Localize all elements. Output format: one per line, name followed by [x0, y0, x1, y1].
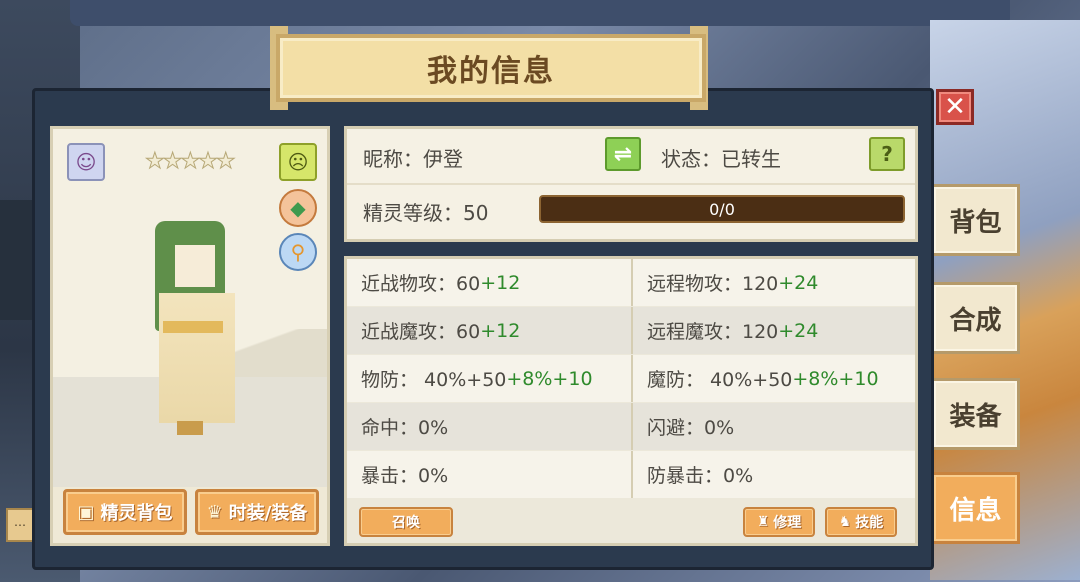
star-rating: ★★★★★ — [145, 149, 237, 175]
sprite-bag-label: 精灵背包 — [100, 503, 173, 524]
stat-value: 防暴击：0% — [647, 465, 754, 487]
avatar-icon[interactable]: ☺ — [67, 143, 105, 181]
stat-cell-left: 命中：0% — [347, 403, 631, 450]
stat-bonus: +24 — [778, 271, 819, 294]
stats-panel: 近战物攻：60 +12 远程物攻：120 +24 近战魔攻：60 +12 远程魔攻：120 +… — [344, 256, 918, 546]
tab-bag-label: 背包 — [949, 207, 1002, 238]
help-icon: ? — [881, 142, 893, 166]
gem-icon[interactable]: ◆ — [279, 189, 317, 227]
skill-icon: ♞ — [838, 514, 852, 530]
repair-button[interactable]: ♜ 修理 — [743, 507, 815, 537]
stat-cell-right: 魔防： 40%+50 +8%+10 — [631, 355, 915, 402]
stat-cell-left: 暴击：0% — [347, 451, 631, 498]
stat-value: 近战魔攻：60 — [361, 321, 481, 343]
tab-bag[interactable]: 背包 — [934, 184, 1020, 256]
tab-equip-label: 装备 — [949, 401, 1002, 432]
fashion-equipment-label: 时装/装备 — [228, 503, 308, 524]
tab-equip[interactable]: 装备 — [934, 378, 1020, 450]
stat-cell-right: 闪避：0% — [631, 403, 915, 450]
swap-button[interactable]: ⇌ — [605, 137, 641, 171]
stat-value: 命中：0% — [361, 417, 449, 439]
character-belt — [163, 321, 223, 333]
left-edge-button[interactable]: ⋯ — [6, 508, 34, 542]
page-title: 我的信息 — [427, 54, 555, 89]
background-top-bar — [70, 0, 1010, 26]
help-button[interactable]: ? — [869, 137, 905, 171]
stat-cell-left: 物防： 40%+50 +8%+10 — [347, 355, 631, 402]
exp-progress-text: 0/0 — [709, 199, 735, 219]
crown-icon: ♛ — [206, 501, 223, 523]
stat-value: 暴击：0% — [361, 465, 449, 487]
stat-value: 远程魔攻：120 — [647, 321, 779, 343]
stat-value: 闪避：0% — [647, 417, 735, 439]
stat-value: 近战物攻：60 — [361, 273, 481, 295]
skill-label: 技能 — [855, 515, 884, 531]
character-panel: ☺ ★★★★★ ☹ ◆ ⚲ ▣ 精灵背包 ♛ 时装/装备 — [50, 126, 330, 546]
tab-info-label: 信息 — [949, 495, 1002, 526]
stat-bonus: +24 — [778, 319, 819, 342]
character-face — [175, 245, 215, 287]
stat-bonus: +12 — [480, 319, 521, 342]
stat-value: 魔防： 40%+50 — [647, 369, 793, 391]
tab-craft[interactable]: 合成 — [934, 282, 1020, 354]
close-button[interactable]: ✕ — [936, 89, 974, 125]
status-text: 状态：已转生 — [661, 147, 781, 171]
swap-icon: ⇌ — [613, 141, 633, 167]
stat-bonus: +8%+10 — [506, 367, 593, 390]
stat-bonus: +8%+10 — [792, 367, 879, 390]
trophy-icon: ♜ — [756, 514, 770, 530]
divider — [347, 183, 915, 185]
stat-value: 物防： 40%+50 — [361, 369, 507, 391]
tab-craft-label: 合成 — [949, 305, 1002, 336]
skill-button[interactable]: ♞ 技能 — [825, 507, 897, 537]
summon-button[interactable]: 召唤 — [359, 507, 453, 537]
basic-info-panel: 昵称：伊登 ⇌ 状态：已转生 ? 精灵等级：50 0/0 — [344, 126, 918, 242]
level-text: 精灵等级：50 — [363, 201, 489, 225]
repair-label: 修理 — [773, 515, 802, 531]
nickname-text: 昵称：伊登 — [363, 147, 463, 171]
sprite-bag-button[interactable]: ▣ 精灵背包 — [63, 489, 187, 535]
summon-label: 召唤 — [392, 515, 420, 531]
magnify-icon[interactable]: ⚲ — [279, 233, 317, 271]
exp-progress-bar: 0/0 — [539, 195, 905, 223]
close-icon: ✕ — [944, 92, 966, 122]
stat-cell-right: 远程物攻：120 +24 — [631, 259, 915, 306]
title-banner: 我的信息 — [276, 34, 706, 102]
fashion-equipment-button[interactable]: ♛ 时装/装备 — [195, 489, 319, 535]
stat-cell-left: 近战魔攻：60 +12 — [347, 307, 631, 354]
face-icon[interactable]: ☹ — [279, 143, 317, 181]
stat-cell-left: 近战物攻：60 +12 — [347, 259, 631, 306]
stat-cell-right: 远程魔攻：120 +24 — [631, 307, 915, 354]
stat-cell-right: 防暴击：0% — [631, 451, 915, 498]
character-sprite — [143, 221, 253, 447]
character-robe — [159, 293, 235, 423]
tab-info[interactable]: 信息 — [934, 472, 1020, 544]
stat-bonus: +12 — [480, 271, 521, 294]
stats-grid: 近战物攻：60 +12 远程物攻：120 +24 近战魔攻：60 +12 远程魔攻：120 +… — [347, 259, 915, 499]
stat-value: 远程物攻：120 — [647, 273, 779, 295]
bag-icon: ▣ — [77, 501, 95, 523]
character-feet — [177, 421, 203, 435]
